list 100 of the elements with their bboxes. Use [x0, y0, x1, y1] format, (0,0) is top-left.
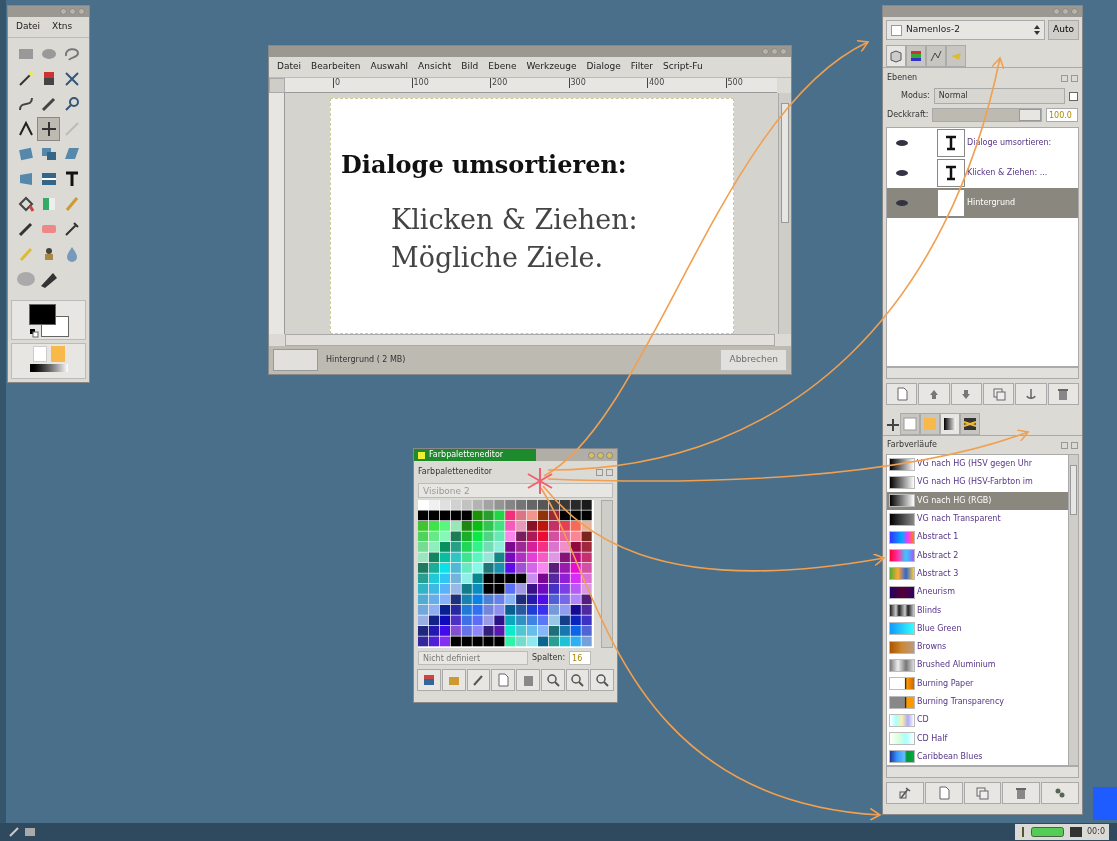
color-swatch-drawing: [29, 304, 69, 338]
menu-item[interactable]: Filter: [630, 60, 653, 74]
dropdown-value: Normal: [938, 90, 968, 102]
gradient-swatch: [889, 750, 915, 764]
vertical-scrollbar[interactable]: [1068, 455, 1078, 765]
toolbar-button[interactable]: [950, 383, 982, 405]
menu-icon[interactable]: [596, 468, 603, 476]
gradient-swatch: [889, 640, 915, 654]
gradient-name: Aneurism: [917, 586, 955, 599]
auto-button[interactable]: Auto: [1048, 20, 1079, 40]
status-field: [273, 349, 318, 371]
toolbar-button[interactable]: [1015, 383, 1047, 405]
tool-button[interactable]: [37, 116, 61, 141]
close-icon[interactable]: [1071, 74, 1078, 82]
eye-icon: [895, 169, 909, 177]
menu-item[interactable]: Auswahl: [370, 60, 409, 74]
gradient-name: CD Half: [917, 732, 948, 745]
window-menu-icon[interactable]: [418, 451, 425, 459]
horizontal-scrollbar[interactable]: [285, 334, 775, 346]
duplicate-icon: [991, 387, 1006, 401]
toolbar-button[interactable]: [466, 669, 491, 691]
filled-swatch-icon: [923, 417, 937, 431]
vertical-scrollbar[interactable]: [778, 92, 791, 334]
mode-dropdown[interactable]: Normal: [933, 88, 1065, 104]
ruler-label: 400: [647, 77, 665, 88]
toolbar-button[interactable]: [516, 669, 540, 691]
close-icon[interactable]: [606, 468, 613, 476]
toolbar-button[interactable]: [590, 669, 614, 691]
close-icon[interactable]: [1071, 441, 1078, 449]
menu-item[interactable]: Script-Fu: [662, 60, 703, 74]
image-canvas[interactable]: Dialoge umsortieren: Klicken & Ziehen: Mögliche Ziele.: [330, 97, 734, 334]
image-dropdown[interactable]: Namenlos-2: [886, 20, 1046, 40]
page-icon: [495, 672, 512, 688]
zoom-icon: [544, 672, 561, 688]
page-icon: [894, 387, 909, 401]
opacity-slider[interactable]: [932, 108, 1042, 122]
ruler-label: 200: [490, 77, 508, 88]
image-thumbnail-icon: [891, 24, 902, 36]
toolbar-button[interactable]: [1041, 782, 1079, 804]
burst-icon: [527, 467, 553, 495]
anchor-icon: [1023, 387, 1038, 401]
gradient-name: Blinds: [917, 604, 942, 617]
toolbar-button[interactable]: [1002, 782, 1041, 804]
opacity-field[interactable]: 100.0: [1046, 108, 1078, 122]
menu-item[interactable]: Dialoge: [586, 60, 621, 74]
text-layer-icon: [943, 134, 959, 152]
dock-tab[interactable]: [940, 413, 960, 435]
horizontal-scrollbar[interactable]: [886, 367, 1079, 379]
blank-swatch-icon: [903, 417, 917, 431]
dropdown-value: Namenlos-2: [906, 23, 960, 37]
field-label: Deckkraft:: [887, 109, 929, 121]
gradient-name: CD: [917, 714, 929, 727]
horizontal-scrollbar[interactable]: [886, 766, 1079, 778]
columns-field[interactable]: 16: [569, 651, 592, 665]
canvas-text: Mögliche Ziele.: [391, 240, 605, 275]
menu-item[interactable]: Werkzeuge: [526, 60, 577, 74]
menu-item[interactable]: Bearbeiten: [311, 60, 361, 74]
trash-icon: [1056, 387, 1071, 401]
gradient-swatch: [889, 677, 915, 691]
gradient-name: Abstract 1: [917, 531, 959, 544]
gradient-name: Abstract 2: [917, 549, 959, 562]
zoom-icon: [594, 672, 611, 688]
vertical-scrollbar[interactable]: [601, 500, 613, 648]
ruler-label: 0: [333, 77, 341, 88]
toolbar-button[interactable]: [886, 782, 924, 804]
dialog-title: Farbpaletteneditor: [418, 466, 493, 478]
gradient-swatch: [889, 695, 915, 709]
menu-icon[interactable]: [1061, 441, 1068, 449]
layer-thumbnail: [937, 189, 965, 217]
gradient-name: VG nach Transparent: [917, 513, 1001, 526]
menu-item[interactable]: Datei: [277, 60, 301, 74]
zoom-icon: [569, 672, 586, 688]
menu-item[interactable]: Ansicht: [418, 60, 452, 74]
gradient-name: Burning Transparency: [917, 696, 1005, 708]
menu-icon[interactable]: [1061, 74, 1068, 82]
dock-tab[interactable]: [960, 413, 980, 435]
gradient-swatch: [889, 713, 915, 727]
menu-item[interactable]: Bild: [461, 60, 479, 74]
pattern-preview[interactable]: [50, 346, 65, 362]
gradient-swatch: [889, 530, 915, 544]
layer-row[interactable]: Hintergrund: [887, 188, 1078, 218]
toolbar-button[interactable]: [1047, 383, 1079, 405]
gradient-preview[interactable]: [29, 364, 68, 372]
brush-preview[interactable]: [32, 346, 47, 362]
menu-item[interactable]: Ebene: [488, 60, 517, 74]
toolbar-button[interactable]: [540, 669, 565, 691]
ruler-label: 500: [725, 77, 743, 88]
desktop-icon: [24, 826, 36, 838]
page-icon: [936, 786, 951, 800]
spinner-icon: [1034, 25, 1041, 35]
menu-item[interactable]: Xtns: [52, 20, 73, 34]
checkbox[interactable]: [1069, 91, 1078, 101]
field-label: Spalten:: [532, 652, 566, 664]
menu-item[interactable]: Datei: [16, 20, 40, 34]
toolbar-button[interactable]: [918, 383, 950, 405]
slider-thumb[interactable]: [1019, 109, 1041, 121]
color-name-field[interactable]: Nicht definiert: [418, 651, 528, 665]
toolbar-button[interactable]: [417, 669, 441, 691]
toolbar-button[interactable]: [565, 669, 590, 691]
field-label: Modus:: [901, 90, 930, 102]
